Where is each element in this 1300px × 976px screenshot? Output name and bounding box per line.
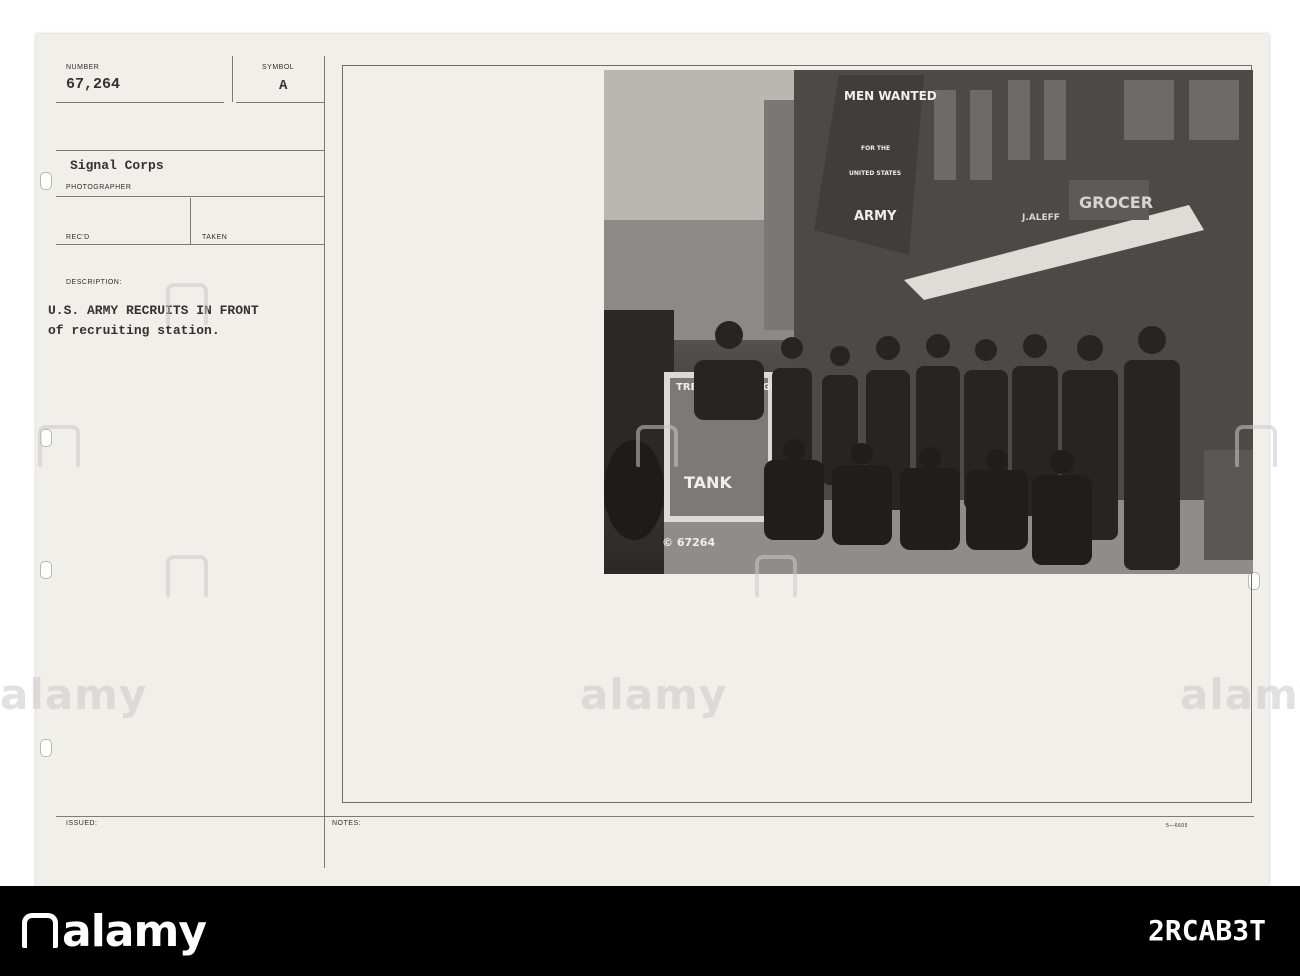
alamy-logo-icon [22,913,58,948]
photo-grocer-text: GROCER [1079,193,1153,212]
watermark-icon [38,425,80,467]
banner-line-3: UNITED STATES [849,170,901,177]
footer-image-id: 2RCAB3T [1147,914,1266,947]
punch-hole [40,739,52,757]
watermark: alamy [0,670,148,719]
rule-number-symbol-divider [232,56,233,102]
taken-label: TAKEN [202,234,228,241]
photograph-recruits: GROCER J.ALEFF MEN WANTED FOR THE UNITED… [604,70,1253,574]
rule-recd-taken [56,244,324,245]
photograph-drawing: GROCER J.ALEFF MEN WANTED FOR THE UNITED… [604,70,1253,574]
symbol-value: A [279,78,288,94]
photo-store-name: J.ALEFF [1021,213,1060,223]
photographer-value: Signal Corps [70,158,164,173]
rule-symbol [236,102,324,103]
watermark-icon [755,555,797,597]
number-label: NUMBER [66,64,100,71]
description-line-1: U.S. ARMY RECRUITS IN FRONT [48,303,259,318]
rule-top-section [56,150,324,151]
footer-logo-text: alamy [62,906,207,957]
poster-word: TANK [684,473,732,492]
recd-label: REC'D [66,234,90,241]
photographer-label: PHOTOGRAPHER [66,184,132,191]
rule-recd-taken-divider [190,198,191,244]
watermark-icon [636,425,678,467]
punch-hole [40,561,52,579]
watermark-icon [1235,425,1277,467]
watermark-icon [166,555,208,597]
form-code: 5—6605 [1166,823,1188,829]
number-value: 67,264 [66,76,121,93]
rule-photographer [56,196,324,197]
watermark-icon [166,283,208,325]
notes-label: NOTES: [332,820,362,827]
description-label: DESCRIPTION: [66,279,122,286]
punch-hole [40,172,52,190]
photo-number: © 67264 [662,536,715,549]
description-line-2: of recruiting station. [48,323,220,338]
watermark: alamy [580,670,728,719]
footer-logo: alamy [22,906,207,957]
watermark: alamy [1180,670,1300,719]
banner-line-1: MEN WANTED [844,89,937,103]
issued-label: ISSUED: [66,820,98,827]
symbol-label: SYMBOL [262,64,295,71]
rule-left-panel-edge [324,56,325,868]
rule-bottom [56,816,1254,817]
rule-number [56,102,224,103]
banner-line-2: FOR THE [861,145,890,152]
banner-line-4: ARMY [854,209,897,224]
footer-bar: alamy 2RCAB3T [0,886,1300,976]
